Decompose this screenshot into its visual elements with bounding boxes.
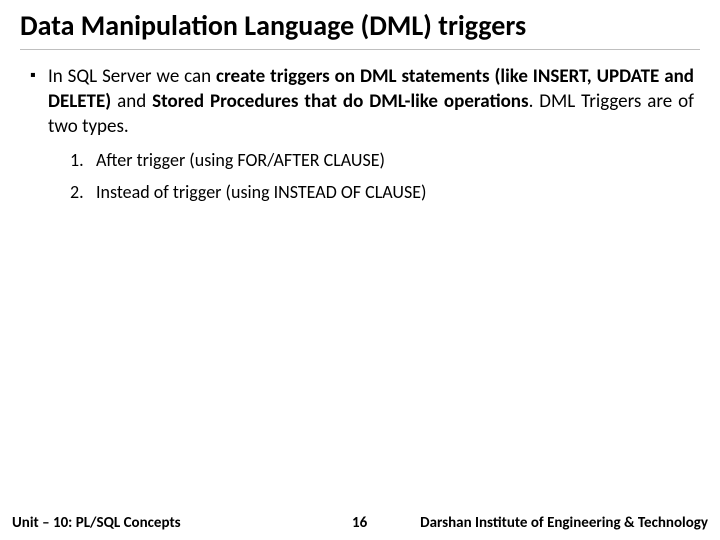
footer-institute: Darshan Institute of Engineering & Techn… xyxy=(420,514,708,532)
item-text: Instead of trigger (using INSTEAD OF CLA… xyxy=(96,181,426,203)
item-text: After trigger (using FOR/AFTER CLAUSE) xyxy=(96,149,385,171)
footer-page-number: 16 xyxy=(352,514,367,532)
square-bullet-icon: ▪ xyxy=(30,64,48,88)
text-segment: In SQL Server we can xyxy=(48,65,216,88)
text-segment: and xyxy=(111,90,152,113)
item-number: 2. xyxy=(70,181,96,203)
slide-body: ▪ In SQL Server we can create triggers o… xyxy=(20,64,700,203)
slide: Data Manipulation Language (DML) trigger… xyxy=(0,0,720,540)
list-item: 1. After trigger (using FOR/AFTER CLAUSE… xyxy=(70,149,694,171)
bold-segment: Stored Procedures that do DML-like opera… xyxy=(152,90,528,113)
item-number: 1. xyxy=(70,149,96,171)
bullet-text: In SQL Server we can create triggers on … xyxy=(48,64,694,139)
footer-unit: Unit – 10: PL/SQL Concepts xyxy=(12,514,181,532)
numbered-list: 1. After trigger (using FOR/AFTER CLAUSE… xyxy=(70,149,694,203)
list-item: 2. Instead of trigger (using INSTEAD OF … xyxy=(70,181,694,203)
slide-footer: Unit – 10: PL/SQL Concepts 16 Darshan In… xyxy=(0,506,720,540)
slide-title: Data Manipulation Language (DML) trigger… xyxy=(20,8,700,50)
bullet-item: ▪ In SQL Server we can create triggers o… xyxy=(30,64,694,139)
